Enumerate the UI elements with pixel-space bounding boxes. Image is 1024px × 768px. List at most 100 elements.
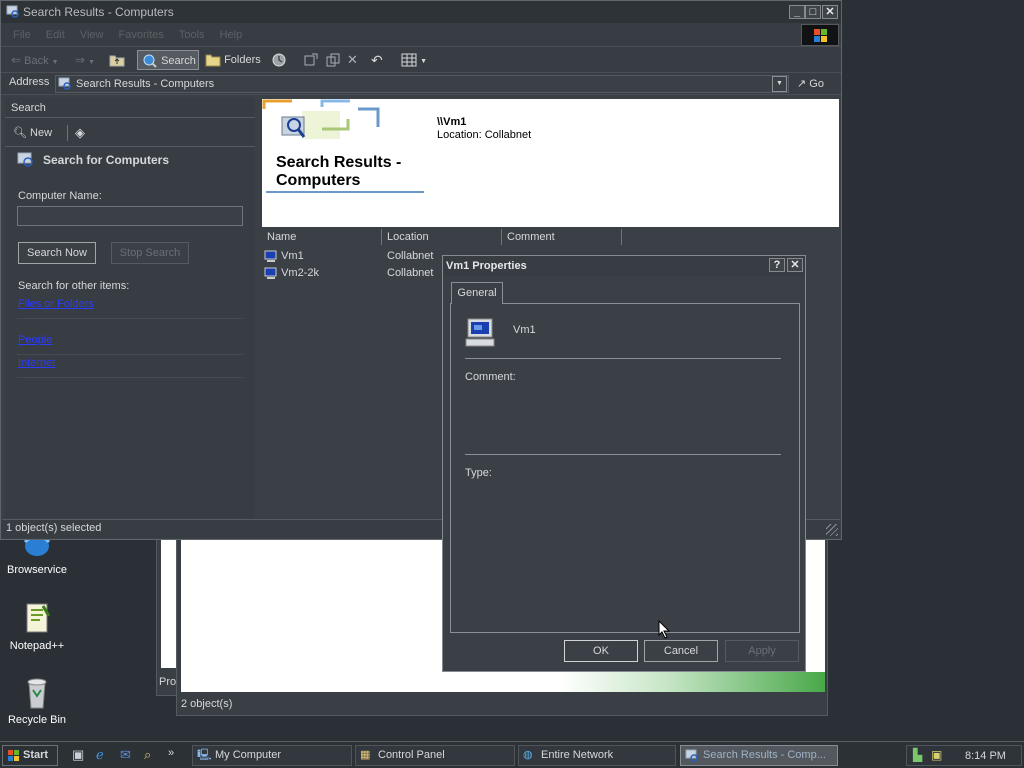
ok-button[interactable]: OK [564,640,638,662]
search-now-button[interactable]: Search Now [18,242,96,264]
column-name[interactable]: Name [262,229,382,245]
up-folder-button[interactable] [109,50,129,70]
dialog-title-bar[interactable]: Vm1 Properties ? ✕ [443,256,805,276]
move-to-button[interactable] [303,50,321,70]
recycle-bin-icon [27,678,47,709]
history-button[interactable] [271,50,291,70]
go-button[interactable]: ↗ Go [793,75,837,93]
search-heading: Search for Computers [43,153,170,167]
dialog-title: Vm1 Properties [446,260,527,272]
files-or-folders-link[interactable]: Files or Folders [18,298,94,310]
task-my-computer[interactable]: 🖳 My Computer [192,745,352,766]
row-name: Vm1 [281,250,304,262]
minimize-button[interactable]: _ [789,5,805,19]
other-items-label: Search for other items: [18,280,130,292]
table-row[interactable]: Vm1 Collabnet [264,248,444,264]
address-dropdown-button[interactable]: ▼ [772,76,787,92]
views-button[interactable]: ▼ [401,50,429,70]
up-folder-icon [109,55,125,67]
chevron-right-icon[interactable]: » [168,747,174,759]
search-computer-icon [6,5,19,18]
search-icon[interactable]: ⌕ [144,747,151,763]
background-window-decoration [560,672,825,692]
column-location[interactable]: Location [382,229,502,245]
banner-underline [266,191,424,193]
clock[interactable]: 8:14 PM [965,750,1006,762]
back-arrow-icon: ⇐ [11,53,22,67]
desktop-icon-recycle-bin[interactable]: Recycle Bin [0,676,74,726]
show-desktop-icon[interactable]: ▣ [72,747,84,763]
internet-explorer-icon[interactable]: ℯ [96,747,104,763]
windows-logo-icon [8,750,19,761]
help-button[interactable]: ? [769,258,785,272]
menu-view[interactable]: View [80,23,104,47]
search-options-button[interactable]: ◈ [75,125,85,142]
task-label: My Computer [215,749,282,761]
menu-help[interactable]: Help [220,23,243,47]
new-search-icon: 🔍︎ [13,127,27,139]
link-divider [17,377,243,378]
computer-name-input[interactable] [17,206,243,226]
back-button[interactable]: ⇐ Back ▼ [11,50,67,70]
new-search-button[interactable]: 🔍︎ New [13,125,52,141]
dialog-close-button[interactable]: ✕ [787,258,803,272]
pane-divider [5,146,255,147]
stop-search-button[interactable]: Stop Search [111,242,189,264]
results-banner: Search Results - Computers \\Vm1 Locatio… [262,99,839,227]
task-entire-network[interactable]: ◍ Entire Network [518,745,676,766]
copy-to-button[interactable] [325,50,343,70]
menu-edit[interactable]: Edit [46,23,65,47]
computer-name-label: Computer Name: [18,190,102,202]
menu-file[interactable]: File [13,23,31,47]
forward-button[interactable]: ⇒ ▼ [75,50,105,70]
column-comment[interactable]: Comment [502,229,622,245]
explorer-title: Search Results - Computers [23,5,174,19]
table-row[interactable]: Vm2-2k Collabnet [264,265,444,281]
banner-title: Search Results - Computers [276,154,402,189]
cancel-button[interactable]: Cancel [644,640,718,662]
task-label: Search Results - Comp... [703,749,826,761]
address-input[interactable]: Search Results - Computers ▼ [55,75,789,93]
list-header: Name Location Comment [262,229,839,245]
properties-dialog: Vm1 Properties ? ✕ General Vm1 Comment: … [442,255,806,672]
undo-button[interactable]: ↶ [371,50,389,70]
forward-arrow-icon: ⇒ [75,53,86,67]
menu-bar: File Edit View Favorites Tools Help [1,23,841,47]
task-control-panel[interactable]: ▦ Control Panel [355,745,515,766]
history-icon [272,53,286,67]
outlook-icon[interactable]: ✉ [120,747,131,763]
quick-launch: ▣ ℯ ✉ ⌕ » [72,747,182,765]
start-button[interactable]: Start [2,745,58,766]
status-text: 1 object(s) selected [6,522,102,534]
explorer-title-bar[interactable]: Search Results - Computers _ □ ✕ [1,1,841,23]
menu-favorites[interactable]: Favorites [119,23,164,47]
internet-link[interactable]: Internet [18,357,55,369]
apply-button[interactable]: Apply [725,640,799,662]
computer-icon [264,267,277,279]
delete-button[interactable]: ✕ [347,50,361,70]
computer-icon [264,250,277,262]
task-search-results[interactable]: Search Results - Comp... [680,745,838,766]
display-tray-icon[interactable]: ▣ [931,748,942,762]
move-to-icon [304,53,318,66]
folders-icon [205,54,221,67]
link-divider [17,318,243,319]
resize-grip-icon[interactable] [826,524,838,536]
close-button[interactable]: ✕ [822,5,838,19]
folders-button[interactable]: Folders [205,50,265,70]
search-results-graphic [262,99,380,139]
people-link[interactable]: People [18,334,52,346]
search-button[interactable]: Search [137,50,199,70]
dialog-computer-name: Vm1 [513,324,536,336]
menu-tools[interactable]: Tools [179,23,205,47]
tab-general[interactable]: General [451,282,503,304]
search-computer-icon [685,749,698,762]
views-icon [401,53,417,67]
notepad-icon [26,603,51,633]
background-window-status: 2 object(s) [181,698,233,710]
system-tray: ▙ ▣ 8:14 PM [906,745,1022,766]
maximize-button[interactable]: □ [805,5,821,19]
network-tray-icon[interactable]: ▙ [913,748,922,762]
desktop-icon-notepadpp[interactable]: Notepad++ [0,602,74,652]
back-dropdown-icon: ▼ [51,59,59,66]
